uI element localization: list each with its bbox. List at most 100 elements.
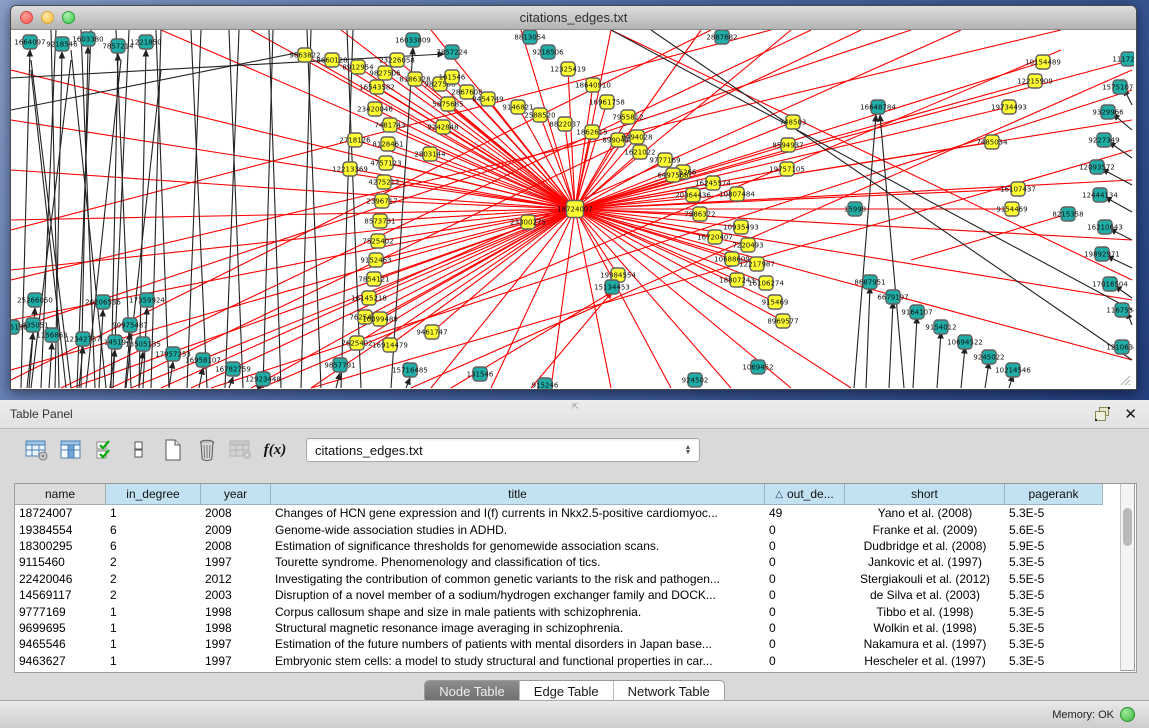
table-cell: 1998 [201, 605, 271, 619]
edge[interactable] [406, 378, 410, 388]
edge[interactable] [263, 30, 273, 388]
rows-icon [133, 439, 145, 461]
edge[interactable] [11, 50, 311, 110]
edge[interactable] [21, 50, 30, 388]
citation-edge[interactable] [611, 30, 1132, 280]
edge[interactable] [985, 362, 989, 388]
node-label: 9777169 [649, 156, 680, 164]
network-window-titlebar[interactable]: citations_edges.txt [11, 6, 1136, 30]
scrollbar-thumb[interactable] [1123, 508, 1132, 546]
table-cell: 5.6E-5 [1005, 523, 1103, 537]
column-header-in-degree[interactable]: in_degree [106, 484, 201, 505]
citation-edge[interactable] [575, 102, 607, 209]
edge[interactable] [937, 332, 941, 388]
column-header-name[interactable]: name [15, 484, 106, 505]
node-label: 5875685 [432, 100, 463, 108]
tab-edge-table[interactable]: Edge Table [520, 681, 614, 702]
delete-column-button[interactable] [192, 435, 222, 465]
tab-node-table[interactable]: Node Table [425, 681, 520, 702]
table-row[interactable]: 977716911998Corpus callosum shape and si… [15, 603, 1136, 619]
node-label: 9218506 [532, 48, 564, 56]
node-label: 16958107 [185, 356, 221, 364]
table-vertical-scrollbar[interactable] [1120, 483, 1135, 671]
node-label: 1210634 [1106, 343, 1134, 351]
citation-edge[interactable] [11, 120, 575, 209]
close-panel-icon[interactable]: ✕ [1124, 407, 1137, 422]
table-cell: 19384554 [15, 523, 106, 537]
node-label: 10154489 [1025, 58, 1061, 66]
node-label: 16106274 [748, 279, 784, 287]
edge[interactable] [961, 347, 965, 388]
table-row[interactable]: 1456911722003Disruption of a novel membe… [15, 587, 1136, 603]
edge[interactable] [880, 115, 904, 388]
node-label: 7986372 [684, 210, 715, 218]
table-row[interactable]: 946554611997Estimation of the future num… [15, 636, 1136, 652]
table-cell: Yano et al. (2008) [845, 506, 1005, 520]
edge[interactable] [341, 30, 353, 388]
panel-resize-handle[interactable]: ⇱ [572, 402, 580, 410]
status-bar: Memory: OK [0, 700, 1149, 728]
select-attributes-button[interactable] [90, 435, 120, 465]
edge[interactable] [49, 343, 52, 388]
column-header-short[interactable]: short [845, 484, 1005, 505]
table-cell: 5.3E-5 [1005, 506, 1103, 520]
node-label: 19384554 [600, 271, 636, 279]
node-label: 6679197 [877, 293, 908, 301]
function-builder-button[interactable]: f(x) [260, 435, 290, 465]
node-label: 23420046 [357, 105, 393, 113]
table-cell: 5.3E-5 [1005, 605, 1103, 619]
edge[interactable] [156, 30, 169, 388]
edge[interactable] [889, 302, 893, 388]
create-column-button[interactable] [158, 435, 188, 465]
delete-table-button-disabled[interactable] [226, 435, 256, 465]
table-body[interactable]: 1872400712008Changes of HCN gene express… [15, 505, 1136, 669]
node-label: 16782759 [215, 365, 251, 373]
edge[interactable] [269, 30, 281, 388]
node-label: 6494028 [621, 133, 652, 141]
table-settings-button[interactable] [22, 435, 52, 465]
resize-grip-icon[interactable] [1117, 372, 1131, 386]
table-row[interactable]: 2242004622012Investigating the contribut… [15, 571, 1136, 587]
table-row[interactable]: 946362711997Embryonic stem cells: a mode… [15, 653, 1136, 669]
table-row[interactable]: 1938455462009Genome-wide association stu… [15, 521, 1136, 537]
column-header-pagerank[interactable]: pagerank [1005, 484, 1103, 505]
citation-edge[interactable] [531, 292, 612, 388]
table-cell: Dudbridge et al. (2008) [845, 539, 1005, 553]
table-select-value: citations_edges.txt [307, 443, 680, 458]
citation-edge[interactable] [11, 170, 575, 209]
float-panel-icon[interactable] [1095, 407, 1110, 421]
table-row[interactable]: 1872400712008Changes of HCN gene express… [15, 505, 1136, 521]
citation-network-graph[interactable]: 1872400796638228660128891295423226058982… [11, 30, 1134, 389]
table-row[interactable]: 911546021997Tourette syndrome. Phenomeno… [15, 554, 1136, 570]
table-select-dropdown[interactable]: citations_edges.txt ▲▼ [306, 438, 700, 462]
node-table[interactable]: name in_degree year title △ out_de... sh… [14, 483, 1137, 673]
table-row[interactable]: 1830029562008Estimation of significance … [15, 538, 1136, 554]
table-cell: 2009 [201, 523, 271, 537]
node-label: 7485034 [976, 138, 1008, 146]
citation-edge[interactable] [575, 209, 671, 388]
edge[interactable] [229, 30, 243, 388]
select-column-button[interactable] [56, 435, 86, 465]
column-header-year[interactable]: year [201, 484, 271, 505]
row-options-button[interactable] [124, 435, 154, 465]
checklist-icon [95, 439, 115, 461]
column-header-out-degree[interactable]: △ out_de... [765, 484, 845, 505]
tab-network-table[interactable]: Network Table [614, 681, 724, 702]
edge[interactable] [913, 317, 917, 388]
node-label: 915469 [762, 298, 789, 306]
edge[interactable] [866, 287, 870, 388]
node-label: 161546 [439, 73, 466, 81]
edge[interactable] [854, 115, 876, 388]
network-canvas[interactable]: 1872400796638228660128891295423226058982… [11, 30, 1134, 389]
table-cell: 18300295 [15, 539, 106, 553]
table-row[interactable]: 969969511998Structural magnetic resonanc… [15, 620, 1136, 636]
column-header-title[interactable]: title [271, 484, 765, 505]
node-label: 6497568 [657, 171, 688, 179]
window-title: citations_edges.txt [11, 10, 1136, 25]
node-label: 2718126 [339, 136, 371, 144]
node-label: 1621022 [624, 148, 655, 156]
citation-edge[interactable] [911, 214, 1068, 260]
node-label: 16210643 [1087, 223, 1123, 231]
edge[interactable] [225, 30, 239, 388]
network-window[interactable]: citations_edges.txt 18724007966382286601… [10, 5, 1137, 390]
